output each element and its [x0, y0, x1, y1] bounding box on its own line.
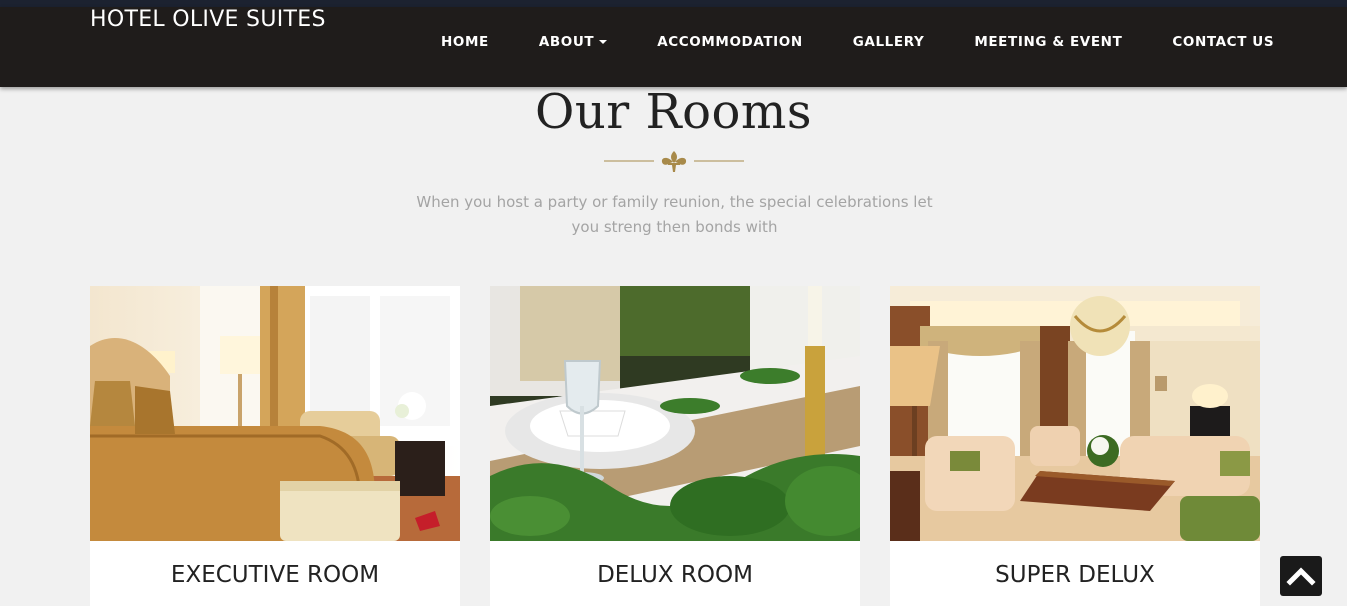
section-title: Our Rooms — [534, 84, 813, 140]
main-nav: HOME ABOUT ACCOMMODATION GALLERY MEETING… — [441, 34, 1274, 50]
nav-accommodation[interactable]: ACCOMMODATION — [657, 34, 803, 50]
top-strip — [0, 0, 1347, 7]
room-name-super-delux[interactable]: SUPER DELUX — [890, 562, 1260, 588]
nav-contact-us[interactable]: CONTACT US — [1172, 34, 1274, 50]
scroll-to-top-button[interactable] — [1280, 556, 1322, 596]
subtitle-line-1: When you host a party or family reunion,… — [416, 193, 933, 211]
fleur-de-lis-icon — [604, 151, 744, 172]
section-subtitle: When you host a party or family reunion,… — [400, 190, 949, 240]
nav-home[interactable]: HOME — [441, 34, 489, 50]
room-card-super-delux[interactable]: SUPER DELUX — [890, 286, 1260, 606]
subtitle-line-2: you streng then bonds with — [571, 218, 778, 236]
room-image-delux[interactable] — [490, 286, 860, 541]
room-card-executive[interactable]: EXECUTIVE ROOM — [90, 286, 460, 606]
brand-logo[interactable]: HOTEL OLIVE SUITES — [90, 7, 326, 32]
room-image-executive[interactable] — [90, 286, 460, 541]
nav-about[interactable]: ABOUT — [538, 34, 608, 50]
chevron-up-icon — [1286, 567, 1316, 586]
room-name-delux[interactable]: DELUX ROOM — [490, 562, 860, 588]
nav-about-label: ABOUT — [538, 34, 595, 50]
navbar: HOTEL OLIVE SUITES HOME ABOUT ACCOMMODAT… — [0, 7, 1347, 87]
nav-meeting-event[interactable]: MEETING & EVENT — [974, 34, 1122, 50]
nav-gallery[interactable]: GALLERY — [853, 34, 925, 50]
room-image-super-delux[interactable] — [890, 286, 1260, 541]
room-name-executive[interactable]: EXECUTIVE ROOM — [90, 562, 460, 588]
room-card-delux[interactable]: DELUX ROOM — [490, 286, 860, 606]
caret-down-icon — [599, 40, 608, 44]
